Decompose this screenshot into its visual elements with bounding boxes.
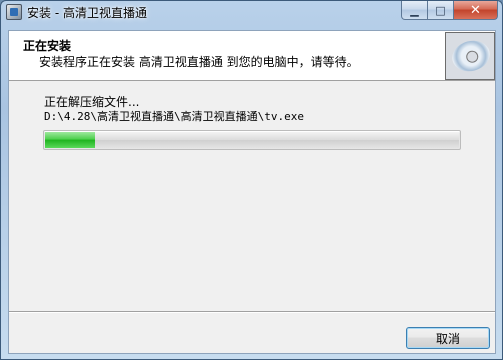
install-progress-bar: [43, 130, 461, 150]
title-bar[interactable]: 安装 - 高清卫视直播通 ▁ □ ✕: [1, 1, 502, 23]
wizard-header: 正在安装 安装程序正在安装 高清卫视直播通 到您的电脑中，请等待。: [9, 31, 495, 81]
cd-disc-icon: [445, 32, 495, 80]
progress-track: [45, 132, 459, 148]
minimize-button[interactable]: ▁: [401, 1, 428, 20]
disc-graphic: [448, 36, 494, 76]
close-button[interactable]: ✕: [454, 1, 498, 20]
maximize-icon: □: [435, 3, 446, 17]
page-title: 正在安装: [23, 39, 72, 53]
footer-divider: [9, 311, 495, 313]
installer-window: 安装 - 高清卫视直播通 ▁ □ ✕ 正在安装 安装程序正在安装 高清卫视直播通…: [0, 0, 503, 360]
cancel-button[interactable]: 取消: [406, 327, 490, 349]
current-file-path: D:\4.28\高清卫视直播通\高清卫视直播通\tv.exe: [44, 110, 304, 123]
minimize-icon: ▁: [410, 3, 419, 17]
maximize-button[interactable]: □: [428, 1, 454, 20]
page-subtitle: 安装程序正在安装 高清卫视直播通 到您的电脑中，请等待。: [39, 55, 359, 69]
progress-fill: [45, 132, 95, 148]
close-icon: ✕: [470, 2, 481, 18]
window-title: 安装 - 高清卫视直播通: [27, 6, 147, 20]
wizard-body: 正在安装 安装程序正在安装 高清卫视直播通 到您的电脑中，请等待。 正在解压缩文…: [8, 30, 496, 354]
installer-icon: [6, 4, 22, 20]
caption-buttons: ▁ □ ✕: [401, 1, 498, 20]
